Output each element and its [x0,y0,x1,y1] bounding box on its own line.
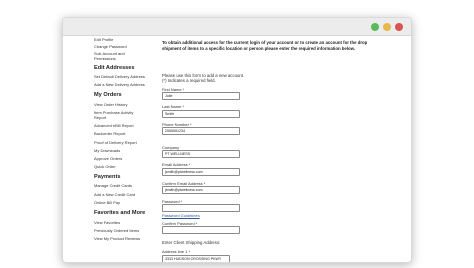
address-line1-label: Address line 1 * [162,249,191,254]
last-name-field[interactable]: Smith [162,110,240,118]
form-intro-text: To obtain additional access for the curr… [162,40,368,51]
sidebar-item-previous-items[interactable]: Previously Ordered Items [94,228,139,234]
sidebar-item-downloads[interactable]: My Downloads [94,148,120,154]
password-field[interactable] [162,204,240,212]
last-name-label: Last Name * [162,104,185,109]
confirm-password-field[interactable] [162,226,240,234]
sidebar-item-delivery-report[interactable]: Proof of Delivery Report [94,140,137,146]
phone-field[interactable]: 2065551234 [162,127,240,135]
sidebar-item-ebill-report[interactable]: Advanced eBill Report [94,123,134,129]
browser-window: Edit Profile Change Password Sub-Account… [62,17,412,263]
sidebar-item-change-password[interactable]: Change Password [94,44,127,50]
sidebar-item-purchase-activity[interactable]: Report [94,115,106,121]
sidebar-item-bill-pay[interactable]: Online Bill Pay [94,200,120,206]
confirm-email-field[interactable]: jsmith@ptwellness.com [162,186,240,194]
sidebar-heading-orders: My Orders [94,92,122,98]
sidebar-item-new-credit-card[interactable]: Add a New Credit Card [94,192,135,198]
required-field-note: (*) Indicates a required field. [162,78,216,83]
close-button[interactable] [395,23,403,31]
maximize-button[interactable] [371,23,379,31]
sidebar-heading-payments: Payments [94,174,121,180]
sidebar-item-sub-account[interactable]: Permissions [94,56,116,62]
sidebar-item-edit-profile[interactable]: Edit Profile [94,37,113,43]
page-content: Edit Profile Change Password Sub-Account… [63,36,411,262]
sidebar-item-new-address[interactable]: Add a New Delivery Address [94,82,145,88]
shipping-address-heading: Enter Client Shipping Address: [162,240,221,245]
sidebar-item-approve-orders[interactable]: Approve Orders [94,156,122,162]
company-field[interactable]: PT WELLNESS [162,150,240,158]
sidebar-item-product-reviews[interactable]: View My Product Reviews [94,236,140,242]
sidebar-heading-addresses: Edit Addresses [94,65,135,71]
sidebar-item-credit-cards[interactable]: Manage Credit Cards [94,183,132,189]
email-label: Email Address * [162,162,191,167]
window-titlebar [63,18,411,36]
first-name-field[interactable]: Julie [162,92,240,100]
minimize-button[interactable] [383,23,391,31]
email-field[interactable]: jsmith@ptwellness.com [162,168,240,176]
sidebar-item-default-address[interactable]: Set Default Delivery Address [94,74,145,80]
sidebar-item-view-favorites[interactable]: View Favorites [94,220,120,226]
sidebar-item-quick-order[interactable]: Quick Order [94,164,116,170]
password-guidelines-link[interactable]: Password Guidelines [162,213,200,218]
sidebar-heading-favorites: Favorites and More [94,210,146,216]
address-line1-field[interactable]: 3333 HUDSON CROSSING PKWY [162,255,230,262]
sidebar-item-order-history[interactable]: View Order History [94,102,128,108]
sidebar-item-backorder-report[interactable]: Backorder Report [94,131,125,137]
